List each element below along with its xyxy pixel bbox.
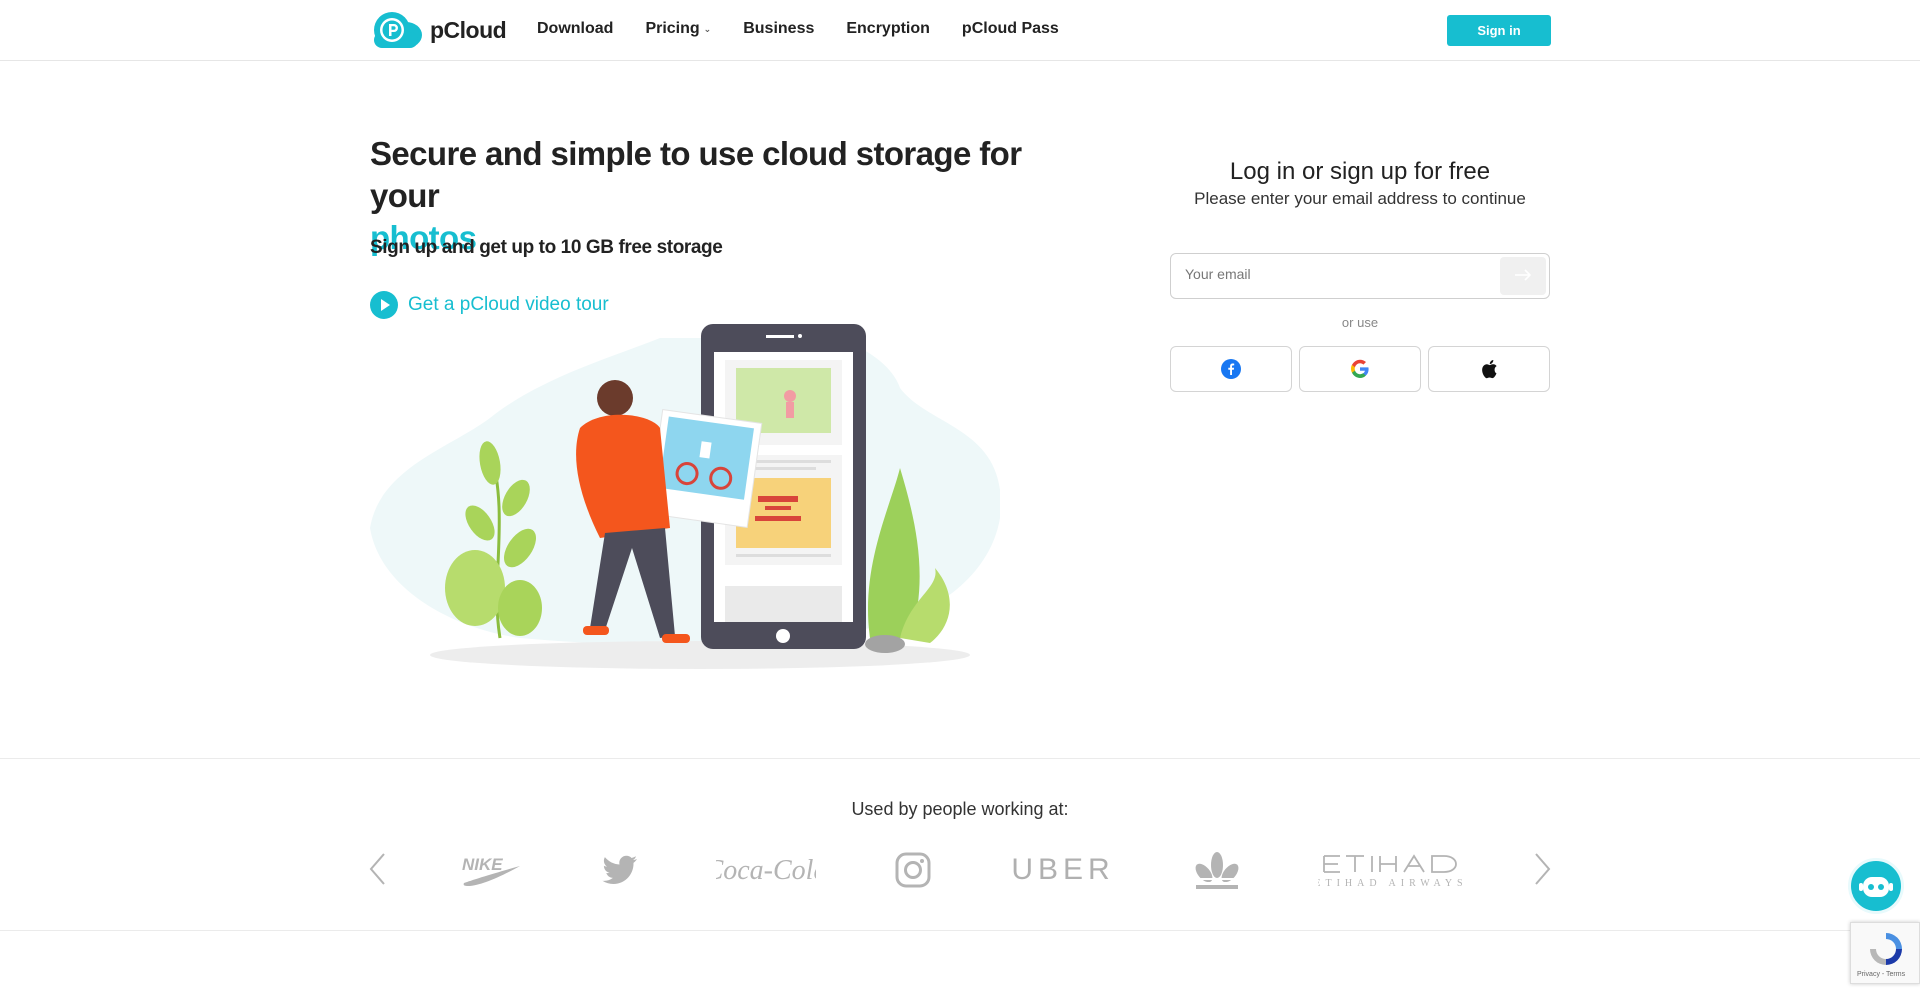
hero-illustration: [370, 324, 1000, 669]
nav-business-label: Business: [743, 20, 815, 37]
login-subtitle: Please enter your email address to conti…: [1194, 189, 1526, 208]
social-login-row: [1170, 346, 1550, 392]
chevron-down-icon: ⌄: [703, 23, 712, 34]
chevron-right-icon: [1535, 853, 1551, 885]
uber-logo-text: UBER: [1011, 853, 1115, 886]
nav-pricing[interactable]: Pricing ⌄: [645, 20, 711, 38]
nav-pricing-label: Pricing: [645, 20, 700, 37]
video-tour-label: Get a pCloud video tour: [408, 294, 609, 315]
section-divider: [0, 758, 1920, 759]
brand-logo-instagram: [894, 850, 932, 890]
nike-logo-text: NIKE: [462, 855, 503, 874]
pcloud-logo[interactable]: pCloud: [370, 12, 507, 48]
video-tour-link[interactable]: Get a pCloud video tour: [370, 291, 609, 319]
google-login-button[interactable]: [1299, 346, 1421, 392]
brand-logo-coca-cola: Coca-Cola: [716, 850, 816, 890]
site-header: pCloud Download Pricing ⌄ Business Encryp…: [0, 0, 1920, 61]
google-icon: [1351, 359, 1369, 378]
pcloud-logo-icon: [370, 12, 422, 48]
login-title: Log in or sign up for free: [1229, 158, 1491, 185]
main-nav: Download Pricing ⌄ Business Encryption pC…: [537, 20, 1091, 38]
brand-logo-uber: UBER: [1008, 850, 1118, 890]
recaptcha-badge[interactable]: Privacy - Terms: [1850, 922, 1920, 984]
section-divider: [0, 930, 1920, 931]
email-field-container: [1170, 253, 1550, 299]
or-use-label: or use: [1341, 315, 1379, 330]
chevron-left-icon: [369, 853, 385, 885]
twitter-bird-icon: [602, 855, 637, 884]
nav-encryption[interactable]: Encryption: [846, 20, 930, 38]
nav-download-label: Download: [537, 20, 614, 37]
nav-pcloud-pass-label: pCloud Pass: [961, 20, 1059, 37]
nav-business[interactable]: Business: [743, 20, 814, 38]
nav-encryption-label: Encryption: [846, 20, 930, 37]
adidas-trefoil-logo: adidas: [1195, 852, 1239, 889]
facebook-login-button[interactable]: [1170, 346, 1292, 392]
nike-logo: NIKE: [462, 855, 520, 886]
brand-logo-twitter: [600, 850, 640, 890]
carousel-next-button[interactable]: [1530, 852, 1554, 886]
hero-subtitle: Sign up and get up to 10 GB free storage: [370, 237, 723, 258]
logo-wordmark: pCloud: [430, 16, 507, 43]
apple-icon: [1482, 360, 1497, 379]
recaptcha-privacy-terms: Privacy - Terms: [1857, 971, 1906, 978]
coca-cola-logo: Coca-Cola: [716, 855, 816, 886]
brand-logo-nike: NIKE: [458, 850, 524, 890]
arrow-right-icon: [1515, 268, 1532, 281]
email-submit-button[interactable]: [1500, 257, 1546, 295]
recaptcha-icon: [1870, 933, 1902, 965]
brand-logo-etihad: ETIHAD AIRWAYS: [1318, 850, 1464, 890]
instagram-icon: [895, 852, 931, 888]
facebook-icon: [1221, 359, 1241, 379]
play-icon: [370, 291, 398, 319]
hero-title-text: Secure and simple to use cloud storage f…: [370, 135, 1022, 214]
used-by-heading: Used by people working at:: [851, 799, 1069, 819]
brand-logo-adidas: adidas: [1192, 850, 1242, 890]
sign-in-button[interactable]: Sign in: [1447, 15, 1551, 46]
etihad-logo: ETIHAD AIRWAYS: [1318, 854, 1464, 889]
nav-download[interactable]: Download: [537, 20, 613, 38]
chat-assistant-button[interactable]: [1848, 858, 1904, 914]
etihad-logo-text: ETIHAD AIRWAYS: [1318, 878, 1464, 889]
coca-cola-logo-text: Coca-Cola: [716, 855, 816, 886]
apple-login-button[interactable]: [1428, 346, 1550, 392]
carousel-prev-button[interactable]: [366, 852, 390, 886]
nav-pcloud-pass[interactable]: pCloud Pass: [962, 20, 1059, 38]
email-field[interactable]: [1185, 266, 1485, 282]
robot-icon: [1859, 877, 1893, 897]
